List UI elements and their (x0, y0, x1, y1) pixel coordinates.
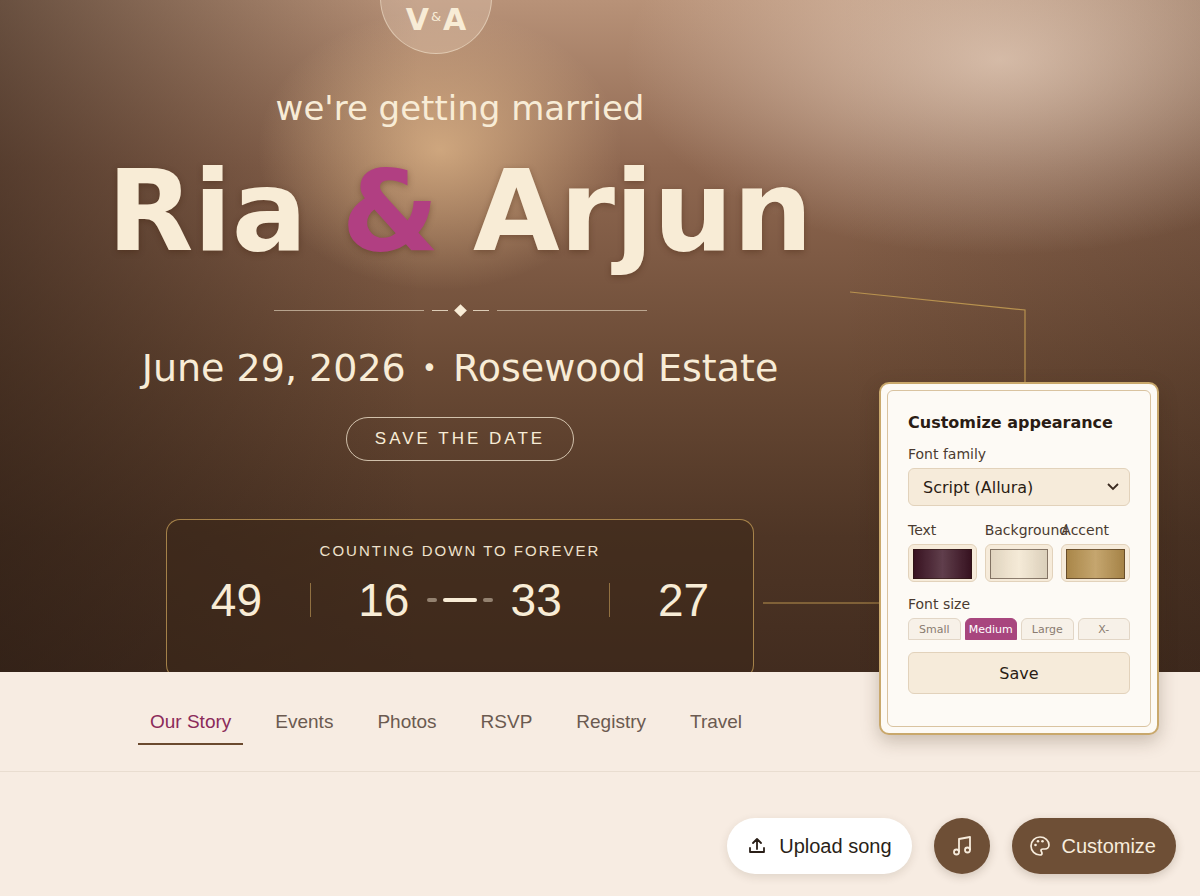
color-swatch-button[interactable] (908, 544, 977, 582)
countdown-value: 33 (511, 573, 562, 627)
countdown-row: 49 16 33 27 (167, 573, 753, 627)
countdown: COUNTING DOWN TO FOREVER 49 16 33 27 (166, 519, 754, 672)
diamond-icon (454, 304, 467, 317)
kicker: we're getting married (276, 88, 645, 128)
music-note-icon (950, 834, 974, 858)
divider-line (473, 310, 489, 311)
divider-line (432, 310, 448, 311)
divider (274, 306, 647, 315)
countdown-title: COUNTING DOWN TO FOREVER (320, 542, 601, 559)
upload-icon (747, 836, 767, 856)
wedding-page: V&Awe're getting marriedRia&ArjunJune 29… (0, 0, 1200, 896)
tab[interactable]: Events (263, 699, 345, 745)
countdown-value: 27 (658, 573, 709, 627)
font-size-option[interactable]: Small (908, 618, 961, 640)
monogram-right: A (443, 5, 466, 35)
font-size-option[interactable]: Large (1021, 618, 1074, 640)
color-picker: Accent (1061, 522, 1130, 582)
color-swatch (990, 549, 1049, 579)
font-family-select[interactable]: Script (Allura) (908, 468, 1130, 506)
font-size-options: SmallMediumLargeX- (908, 618, 1130, 640)
countdown-value: 49 (211, 573, 262, 627)
save-button[interactable]: Save (908, 652, 1130, 694)
font-family-value: Script (Allura) (923, 478, 1033, 497)
music-button[interactable] (934, 818, 990, 874)
chevron-down-icon (1107, 483, 1119, 491)
panel-title: Customize appearance (908, 413, 1130, 432)
color-swatch-button[interactable] (985, 544, 1054, 582)
font-size-option[interactable]: X- (1078, 618, 1131, 640)
upload-song-button[interactable]: Upload song (727, 818, 911, 874)
tab[interactable]: Our Story (138, 699, 243, 745)
name-left: Ria (107, 146, 307, 276)
color-swatch (913, 549, 972, 579)
countdown-separator (609, 583, 610, 617)
color-pickers: Text Background Accent (908, 522, 1130, 582)
name-right: Arjun (473, 146, 813, 276)
monogram-amp: & (431, 10, 441, 23)
color-swatch-button[interactable] (1061, 544, 1130, 582)
indicator-dot (483, 598, 493, 602)
font-size-label: Font size (908, 596, 1130, 612)
indicator-dot (443, 598, 477, 602)
color-swatch (1066, 549, 1125, 579)
customize-panel: Customize appearance Font family Script (A… (879, 382, 1159, 735)
date: June 29, 2026 (142, 343, 406, 393)
color-label: Text (908, 522, 977, 538)
couple-names: Ria&Arjun (107, 146, 813, 276)
carousel-indicator[interactable] (427, 598, 493, 602)
color-label: Background (985, 522, 1054, 538)
font-family-label: Font family (908, 446, 1130, 462)
customize-button[interactable]: Customize (1012, 818, 1176, 874)
countdown-separator (310, 583, 311, 617)
separator: • (422, 343, 437, 393)
hero-content: we're getting marriedRia&ArjunJune 29, 2… (0, 0, 920, 672)
color-picker: Background (985, 522, 1054, 582)
tab[interactable]: Registry (564, 699, 658, 745)
upload-song-label: Upload song (779, 835, 891, 858)
palette-icon (1028, 834, 1052, 858)
color-picker: Text (908, 522, 977, 582)
tab[interactable]: RSVP (469, 699, 545, 745)
indicator-dot (427, 598, 437, 602)
tab[interactable]: Photos (365, 699, 448, 745)
customize-label: Customize (1062, 835, 1156, 858)
countdown-value: 16 (358, 573, 409, 627)
divider-line (497, 310, 647, 311)
divider-line (274, 310, 424, 311)
floating-actions: Upload song Customize (727, 818, 1176, 874)
monogram-left: V (406, 5, 429, 35)
ampersand: & (341, 146, 439, 276)
venue: Rosewood Estate (453, 343, 778, 393)
color-label: Accent (1061, 522, 1130, 538)
font-size-option[interactable]: Medium (965, 618, 1018, 640)
tab[interactable]: Travel (678, 699, 754, 745)
save-the-date-button[interactable]: SAVE THE DATE (346, 417, 574, 461)
date-venue: June 29, 2026 • Rosewood Estate (142, 343, 779, 393)
